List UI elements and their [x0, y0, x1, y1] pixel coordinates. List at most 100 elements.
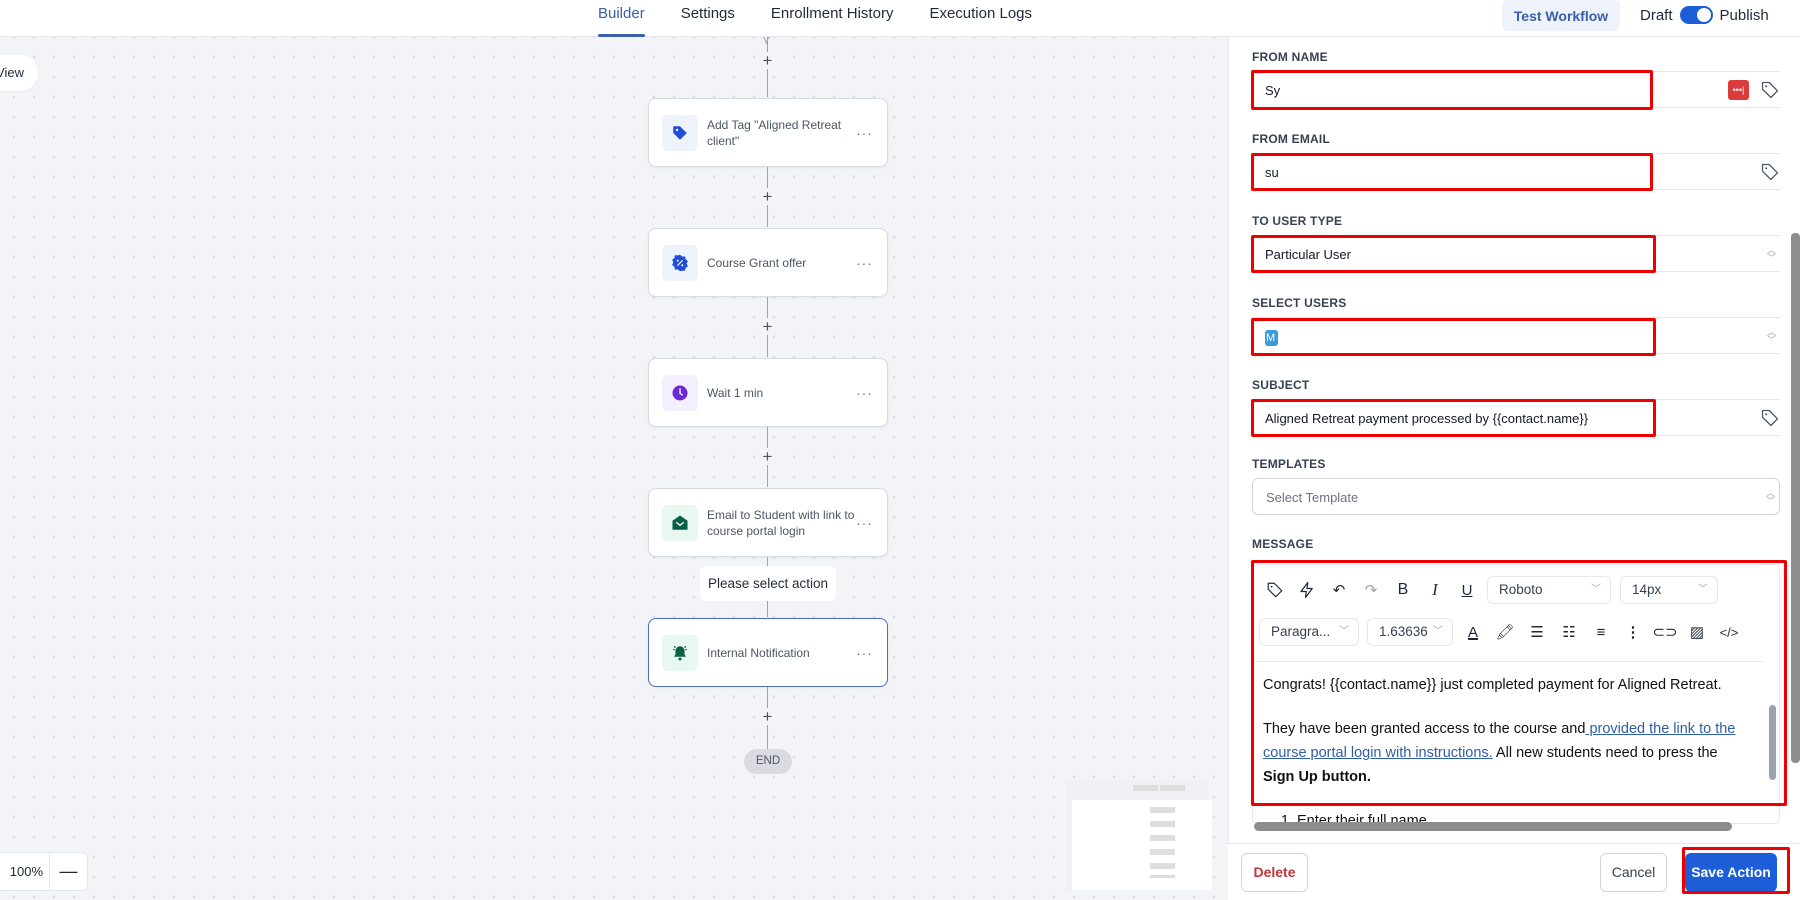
add-step-plus-icon[interactable]: + — [759, 188, 776, 205]
tab-execution-logs[interactable]: Execution Logs — [929, 0, 1032, 37]
highlight-icon[interactable]: 🖍 — [1489, 620, 1521, 644]
font-size-value: 14px — [1632, 582, 1662, 597]
minimap-block — [1133, 785, 1158, 791]
italic-icon[interactable]: I — [1419, 578, 1451, 602]
password-manager-icon[interactable]: •••| — [1728, 80, 1749, 100]
custom-value-tag-icon[interactable] — [1760, 162, 1780, 182]
message-paragraph-2: They have been granted access to the cou… — [1263, 717, 1753, 789]
node-menu-icon[interactable]: ··· — [856, 515, 873, 531]
message-label: MESSAGE — [1252, 537, 1314, 551]
cancel-button[interactable]: Cancel — [1600, 853, 1667, 892]
to-user-type-select[interactable]: Particular User ︿ ﹀ — [1252, 235, 1780, 272]
node-menu-icon[interactable]: ··· — [856, 125, 873, 141]
select-arrows-icon: ︿ ﹀ — [1766, 327, 1776, 345]
editor-toolbar-row-2: Paragra... ﹀ 1.63636 ﹀ A 🖍 ☰ ☷ ≡ ⋮ ⊂⊃ ▨ </… — [1259, 618, 1745, 646]
font-family-value: Roboto — [1499, 582, 1543, 597]
from-name-value: Sy — [1265, 83, 1281, 98]
node-label: Wait 1 min — [707, 385, 764, 400]
minimap-node — [1150, 849, 1175, 855]
tag-icon — [662, 114, 698, 151]
tab-enrollment-history[interactable]: Enrollment History — [771, 0, 894, 37]
node-label: Internal Notification — [707, 645, 810, 660]
template-select[interactable]: Select Template ︿ ﹀ — [1252, 478, 1780, 515]
publish-toggle[interactable] — [1679, 6, 1713, 24]
from-name-label: FROM NAME — [1252, 50, 1328, 64]
delete-button[interactable]: Delete — [1241, 853, 1308, 892]
workflow-canvas[interactable]: View ⋎ + Add Tag "Aligned Retreat client… — [0, 37, 1228, 900]
text-color-icon[interactable]: A — [1457, 620, 1489, 644]
subject-input[interactable]: Aligned Retreat payment processed by {{c… — [1252, 399, 1780, 436]
workflow-tabs: Builder Settings Enrollment History Exec… — [598, 0, 1032, 37]
numbered-list-icon[interactable]: ☷ — [1553, 620, 1585, 644]
merge-tag-icon[interactable] — [1259, 578, 1291, 602]
zoom-out-button[interactable]: — — [50, 861, 87, 882]
minimap-viewport — [1072, 800, 1212, 890]
clock-icon — [662, 374, 698, 411]
underline-icon[interactable]: U — [1451, 578, 1483, 602]
zoom-level: 100% — [0, 853, 50, 890]
workflow-node-course-grant[interactable]: Course Grant offer ··· — [648, 228, 888, 297]
from-name-input[interactable]: Sy •••| — [1252, 71, 1780, 108]
font-size-select[interactable]: 14px ﹀ — [1620, 576, 1718, 604]
draft-label: Draft — [1640, 6, 1673, 24]
chevron-down-icon: ﹀ — [1591, 584, 1601, 595]
publish-label: Publish — [1719, 6, 1769, 24]
top-bar: Builder Settings Enrollment History Exec… — [0, 0, 1800, 37]
node-menu-icon[interactable]: ··· — [856, 255, 873, 271]
font-family-select[interactable]: Roboto ﹀ — [1487, 576, 1611, 604]
workflow-node-email-student[interactable]: Email to Student with link to course por… — [648, 488, 888, 557]
workflow-node-add-tag[interactable]: Add Tag "Aligned Retreat client" ··· — [648, 98, 888, 167]
tab-builder[interactable]: Builder — [598, 0, 645, 37]
save-action-button[interactable]: Save Action — [1685, 853, 1777, 892]
message-paragraph-1: Congrats! {{contact.name}} just complete… — [1263, 677, 1722, 693]
bell-ring-icon — [662, 634, 698, 671]
end-marker: END — [744, 749, 792, 774]
zoom-control: 100% — — [0, 852, 88, 891]
code-icon[interactable]: </> — [1713, 620, 1745, 644]
subject-value: Aligned Retreat payment processed by {{c… — [1265, 411, 1589, 426]
add-step-plus-icon[interactable]: + — [759, 318, 776, 335]
add-step-plus-icon[interactable]: + — [759, 448, 776, 465]
from-email-label: FROM EMAIL — [1252, 132, 1330, 146]
editor-horizontal-scrollbar[interactable] — [1254, 822, 1732, 831]
node-menu-icon[interactable]: ··· — [856, 385, 873, 401]
undo-icon[interactable]: ↶ — [1323, 578, 1355, 602]
image-icon[interactable]: ▨ — [1681, 620, 1713, 644]
bullet-list-icon[interactable]: ☰ — [1521, 620, 1553, 644]
minimap[interactable] — [1067, 781, 1212, 890]
bold-icon[interactable]: B — [1387, 578, 1419, 602]
align-icon[interactable]: ≡ — [1585, 620, 1617, 644]
redo-icon[interactable]: ↷ — [1355, 578, 1387, 602]
add-step-plus-icon[interactable]: + — [759, 52, 776, 69]
publish-control: Draft Publish — [1640, 4, 1769, 26]
message-body[interactable]: Congrats! {{contact.name}} just complete… — [1253, 661, 1763, 823]
to-user-type-value: Particular User — [1265, 247, 1351, 262]
line-height-select[interactable]: 1.63636 ﹀ — [1367, 618, 1453, 646]
node-menu-icon[interactable]: ··· — [856, 645, 873, 661]
workflow-node-wait[interactable]: Wait 1 min ··· — [648, 358, 888, 427]
minimap-node — [1150, 875, 1175, 878]
add-step-plus-icon[interactable]: + — [759, 708, 776, 725]
panel-scrollbar[interactable] — [1791, 233, 1800, 763]
test-workflow-button[interactable]: Test Workflow — [1502, 0, 1620, 31]
message-text: They have been granted access to the cou… — [1263, 721, 1586, 737]
editor-vertical-scrollbar[interactable] — [1769, 705, 1776, 780]
block-type-select[interactable]: Paragra... ﹀ — [1259, 618, 1359, 646]
trigger-links-lightning-icon[interactable] — [1291, 578, 1323, 602]
badge-percent-icon — [662, 244, 698, 281]
custom-value-tag-icon[interactable] — [1760, 408, 1780, 428]
link-icon[interactable]: ⊂⊃ — [1649, 620, 1681, 644]
minimap-node — [1150, 807, 1175, 813]
from-email-input[interactable]: su — [1252, 153, 1780, 190]
custom-value-tag-icon[interactable] — [1760, 80, 1780, 100]
node-label: Course Grant offer — [707, 255, 807, 270]
minimap-block — [1160, 785, 1185, 791]
select-users-select[interactable]: M ︿ ﹀ — [1252, 317, 1780, 354]
workflow-node-internal-notification[interactable]: Internal Notification ··· — [648, 618, 888, 687]
to-user-type-label: TO USER TYPE — [1252, 214, 1343, 228]
selected-user-chip[interactable]: M — [1265, 329, 1278, 346]
view-button[interactable]: View — [0, 55, 38, 91]
more-options-icon[interactable]: ⋮ — [1617, 620, 1649, 644]
tab-settings[interactable]: Settings — [681, 0, 735, 37]
chevron-down-icon: ﹀ — [1339, 626, 1349, 637]
